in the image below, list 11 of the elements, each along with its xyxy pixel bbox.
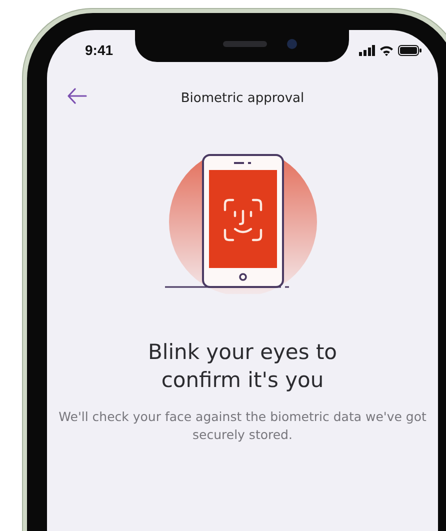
back-arrow-icon bbox=[67, 88, 87, 104]
screen-title: Biometric approval bbox=[180, 90, 304, 106]
description: We'll check your face against the biometric data we've got securely stored. bbox=[58, 408, 428, 444]
camera-icon bbox=[287, 39, 297, 49]
back-button[interactable] bbox=[65, 86, 89, 106]
wifi-icon bbox=[379, 44, 394, 56]
status-time: 9:41 bbox=[85, 42, 114, 58]
heading: Blink your eyes to confirm it's you bbox=[146, 339, 338, 394]
battery-icon bbox=[398, 44, 422, 56]
speaker-icon bbox=[223, 41, 267, 47]
signal-icon bbox=[359, 44, 375, 56]
